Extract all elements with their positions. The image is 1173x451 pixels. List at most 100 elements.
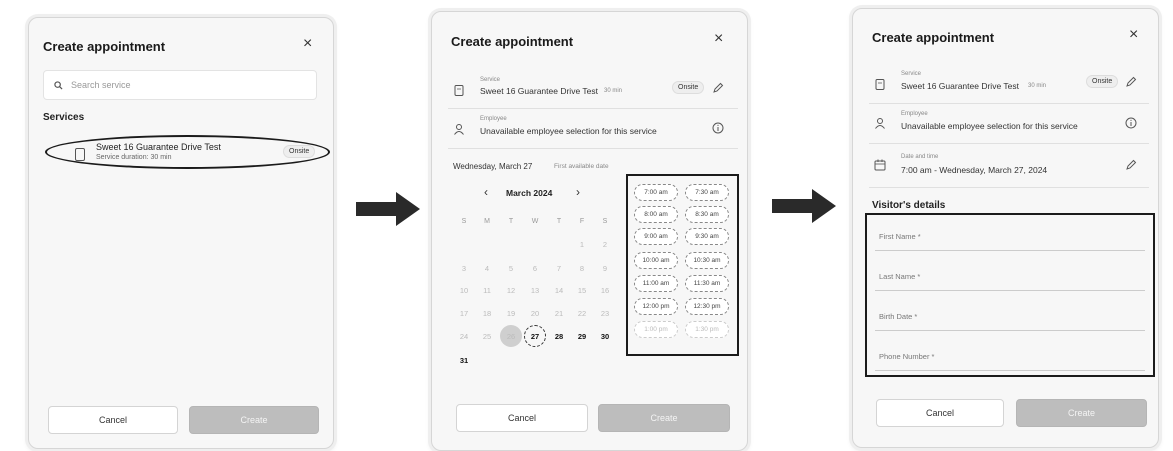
onsite-badge: Onsite [283, 145, 316, 158]
edit-icon[interactable] [712, 82, 724, 94]
create-button[interactable]: Create [1016, 399, 1147, 427]
dialog-title: Create appointment [872, 30, 995, 45]
cancel-button[interactable]: Cancel [456, 404, 588, 432]
service-label: Service [901, 71, 922, 77]
calendar-day-selected[interactable]: 27 [525, 332, 545, 341]
service-value: Sweet 16 Guarantee Drive Test [480, 86, 598, 96]
info-icon[interactable] [1125, 117, 1137, 129]
time-slot[interactable]: 10:00 am [634, 252, 678, 269]
calendar-day: 10 [459, 286, 469, 295]
time-slot[interactable]: 1:30 pm [685, 321, 729, 338]
clipboard-icon [75, 148, 85, 161]
calendar-day[interactable]: 29 [572, 332, 592, 341]
weekday-label: S [461, 218, 467, 225]
weekday-label: F [579, 218, 585, 225]
calendar-day: 15 [577, 286, 587, 295]
service-label: Service [480, 77, 501, 83]
create-button[interactable]: Create [598, 404, 730, 432]
calendar-day: 1 [579, 240, 585, 249]
right-arrow-icon [772, 189, 836, 223]
close-icon[interactable]: × [714, 30, 723, 48]
service-name: Sweet 16 Guarantee Drive Test [96, 142, 221, 152]
service-selection-dialog: Create appointment × Search service Serv… [28, 17, 334, 449]
calendar-day: 12 [506, 286, 516, 295]
calendar-day: 4 [484, 264, 490, 273]
phone-number-field[interactable]: Phone Number * [875, 343, 1145, 371]
calendar-day[interactable]: 30 [595, 332, 615, 341]
create-button[interactable]: Create [189, 406, 319, 434]
visitor-fields-highlight: First Name * Last Name * Birth Date * Ph… [865, 213, 1155, 377]
info-icon[interactable] [712, 122, 724, 134]
last-name-field[interactable]: Last Name * [875, 263, 1145, 291]
calendar-day: 14 [554, 286, 564, 295]
cancel-button[interactable]: Cancel [48, 406, 178, 434]
search-placeholder: Search service [71, 80, 131, 90]
weekday-label: M [484, 218, 490, 225]
employee-label: Employee [901, 111, 928, 117]
time-slot[interactable]: 9:00 am [634, 228, 678, 245]
calendar-day: 17 [459, 309, 469, 318]
time-slot[interactable]: 12:00 pm [634, 298, 678, 315]
time-slot[interactable]: 7:00 am [634, 184, 678, 201]
employee-value: Unavailable employee selection for this … [901, 121, 1078, 131]
close-icon[interactable]: × [303, 35, 312, 53]
weekday-label: T [556, 218, 562, 225]
first-name-field[interactable]: First Name * [875, 223, 1145, 251]
search-icon [54, 80, 63, 90]
clipboard-icon [875, 79, 885, 90]
cancel-button[interactable]: Cancel [876, 399, 1004, 427]
datetime-label: Date and time [901, 154, 939, 160]
calendar-day-today[interactable]: 26 [501, 332, 521, 341]
datetime-value: 7:00 am - Wednesday, March 27, 2024 [901, 165, 1048, 175]
onsite-badge: Onsite [1086, 75, 1119, 88]
calendar-day: 5 [508, 264, 514, 273]
search-input[interactable]: Search service [43, 70, 317, 100]
weekday-label: S [602, 218, 608, 225]
next-month-icon[interactable]: › [576, 185, 580, 199]
time-slot[interactable]: 1:00 pm [634, 321, 678, 338]
time-slot[interactable]: 11:00 am [634, 275, 678, 292]
time-slot[interactable]: 9:30 am [685, 228, 729, 245]
calendar-day: 24 [459, 332, 469, 341]
dialog-title: Create appointment [451, 34, 574, 49]
person-icon [875, 118, 885, 129]
calendar-day: 7 [556, 264, 562, 273]
calendar-day: 13 [530, 286, 540, 295]
service-list-item[interactable]: Sweet 16 Guarantee Drive Test Service du… [45, 135, 330, 169]
employee-label: Employee [480, 116, 507, 122]
first-available-link[interactable]: First available date [554, 163, 609, 170]
calendar-day: 16 [600, 286, 610, 295]
close-icon[interactable]: × [1129, 26, 1138, 44]
calendar-day: 6 [532, 264, 538, 273]
date-time-dialog: Create appointment × Service Sweet 16 Gu… [431, 11, 748, 451]
person-icon [454, 124, 464, 135]
prev-month-icon[interactable]: ‹ [484, 185, 488, 199]
calendar-day: 18 [482, 309, 492, 318]
calendar-icon [874, 159, 886, 171]
time-slot[interactable]: 8:30 am [685, 206, 729, 223]
service-duration: Service duration: 30 min [96, 154, 172, 161]
service-duration: 30 min [604, 88, 623, 94]
birth-date-field[interactable]: Birth Date * [875, 303, 1145, 331]
time-slot[interactable]: 10:30 am [685, 252, 729, 269]
time-slot[interactable]: 11:30 am [685, 275, 729, 292]
weekday-label: T [508, 218, 514, 225]
visitor-details-dialog: Create appointment × Service Sweet 16 Gu… [852, 8, 1159, 448]
edit-icon[interactable] [1125, 159, 1137, 171]
time-slot[interactable]: 7:30 am [685, 184, 729, 201]
services-heading: Services [43, 112, 85, 123]
calendar-day[interactable]: 31 [454, 356, 474, 365]
calendar-day: 22 [577, 309, 587, 318]
calendar-day[interactable]: 28 [549, 332, 569, 341]
calendar-day: 23 [600, 309, 610, 318]
clipboard-icon [454, 85, 464, 96]
calendar-day: 25 [482, 332, 492, 341]
visitor-details-heading: Visitor's details [872, 200, 946, 211]
employee-value: Unavailable employee selection for this … [480, 126, 657, 136]
service-duration: 30 min [1028, 83, 1047, 89]
selected-date: Wednesday, March 27 [453, 162, 533, 171]
edit-icon[interactable] [1125, 76, 1137, 88]
time-slot[interactable]: 12:30 pm [685, 298, 729, 315]
right-arrow-icon [356, 192, 420, 226]
time-slot[interactable]: 8:00 am [634, 206, 678, 223]
